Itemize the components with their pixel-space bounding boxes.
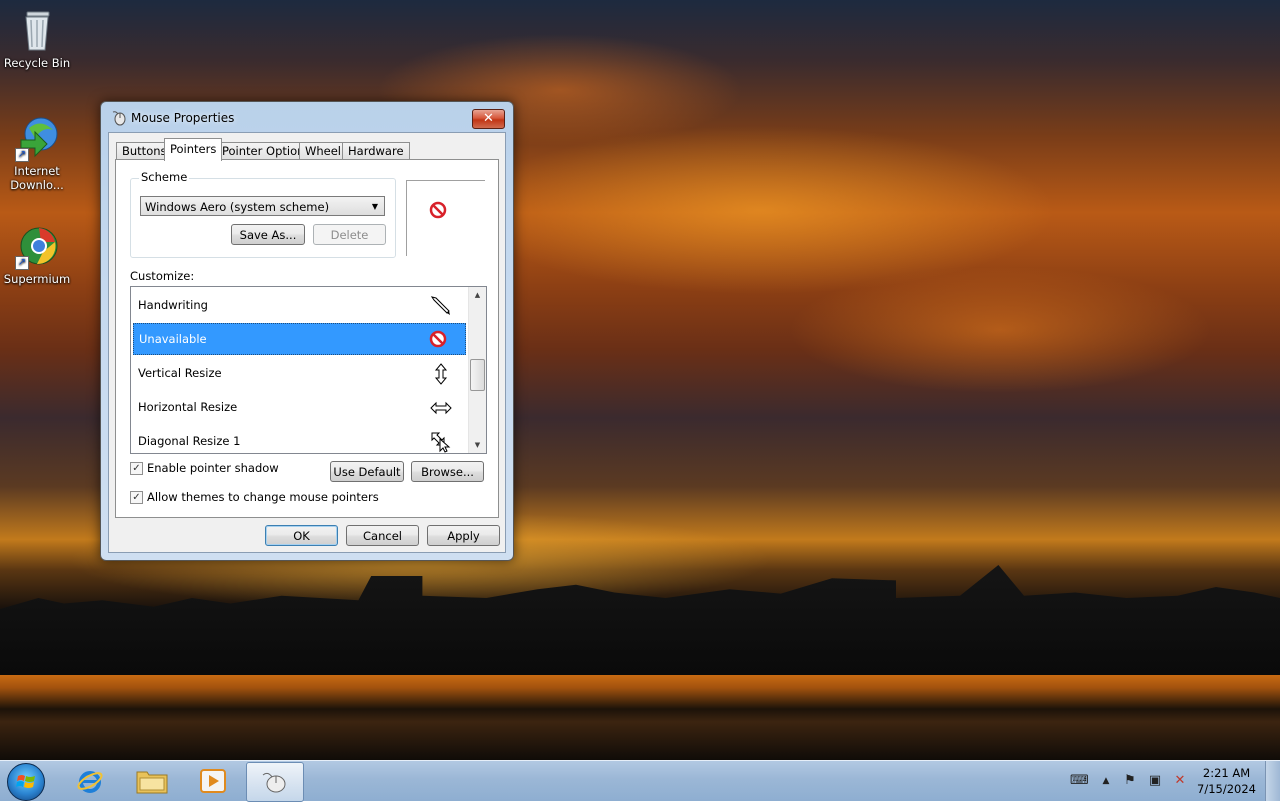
scroll-thumb[interactable] (470, 359, 485, 391)
list-item[interactable]: Handwriting (133, 289, 466, 321)
volume-muted-icon[interactable]: ✕ (1172, 773, 1188, 789)
dialog-title: Mouse Properties (131, 111, 235, 125)
list-item[interactable]: Diagonal Resize 1 (133, 425, 466, 453)
checkmark-icon: ✓ (130, 491, 143, 504)
mouse-properties-dialog: Mouse Properties ✕ Buttons Pointers Poin… (100, 101, 514, 561)
taskbar-file-explorer[interactable] (124, 762, 180, 800)
scheme-dropdown[interactable]: Windows Aero (system scheme) ▼ (140, 196, 385, 216)
close-icon: ✕ (483, 111, 494, 126)
desktop-icon-label: Supermium (3, 272, 71, 286)
browse-button[interactable]: Browse... (411, 461, 484, 482)
pen-cursor-icon (430, 296, 450, 315)
pointers-tab-panel: Scheme Windows Aero (system scheme) ▼ Sa… (115, 159, 499, 518)
use-default-button[interactable]: Use Default (330, 461, 404, 482)
desktop-icon-supermium[interactable]: ↗ Supermium (0, 222, 74, 286)
pointer-preview (406, 180, 485, 256)
media-player-icon (200, 769, 226, 793)
network-icon[interactable]: ▣ (1147, 773, 1163, 789)
horizontal-resize-cursor-icon (430, 401, 452, 415)
clock-time: 2:21 AM (1202, 766, 1251, 780)
pointer-name: Diagonal Resize 1 (138, 434, 241, 448)
scroll-down-icon[interactable]: ▼ (469, 437, 486, 453)
taskbar-mouse-properties[interactable] (246, 762, 304, 802)
vertical-scrollbar[interactable]: ▲ ▼ (468, 287, 486, 453)
dialog-titlebar[interactable]: Mouse Properties ✕ (101, 102, 513, 132)
internet-download-manager-icon: ↗ (13, 114, 61, 162)
pointer-list[interactable]: Handwriting Unavailable Vertical Resize (130, 286, 487, 454)
taskbar: ⌨ ▲ ⚑ ▣ ✕ 2:21 AM 7/15/2024 (0, 760, 1280, 802)
pointer-name: Handwriting (138, 298, 208, 312)
checkmark-icon: ✓ (130, 462, 143, 475)
dropdown-arrow-icon: ▼ (371, 202, 378, 211)
desktop-icon-recycle-bin[interactable]: Recycle Bin (0, 6, 74, 70)
mouse-icon (111, 110, 127, 126)
tab-wheel[interactable]: Wheel (299, 142, 348, 160)
mouse-icon (262, 772, 286, 793)
vertical-resize-cursor-icon (434, 363, 448, 385)
show-desktop-button[interactable] (1265, 761, 1280, 801)
tab-hardware[interactable]: Hardware (342, 142, 410, 160)
internet-explorer-icon (77, 771, 103, 793)
supermium-icon: ↗ (13, 222, 61, 270)
list-item[interactable]: Horizontal Resize (133, 391, 466, 423)
action-center-flag-icon[interactable]: ⚑ (1122, 773, 1138, 789)
pointer-name: Vertical Resize (138, 366, 222, 380)
delete-button[interactable]: Delete (313, 224, 386, 245)
cancel-button[interactable]: Cancel (346, 525, 419, 546)
desktop-icon-internet-download[interactable]: ↗ Internet Downlo... (0, 114, 74, 192)
city-skyline (0, 565, 1280, 675)
allow-themes-label: Allow themes to change mouse pointers (147, 490, 379, 504)
enable-pointer-shadow-checkbox[interactable]: ✓ Enable pointer shadow (130, 461, 279, 477)
taskbar-media-player[interactable] (186, 762, 242, 800)
windows-logo-icon (16, 775, 35, 788)
dialog-client-area: Buttons Pointers Pointer Options Wheel H… (108, 132, 506, 553)
scheme-label: Scheme (139, 170, 190, 184)
pointer-name: Unavailable (139, 332, 207, 346)
apply-button[interactable]: Apply (427, 525, 500, 546)
folder-icon (136, 771, 168, 794)
scheme-selected-value: Windows Aero (system scheme) (145, 200, 330, 214)
unavailable-preview-icon (429, 201, 447, 219)
keyboard-icon[interactable]: ⌨ (1070, 773, 1089, 789)
tab-pointers[interactable]: Pointers (164, 138, 223, 161)
desktop-icon-label: Internet Downlo... (10, 164, 64, 192)
lake-reflection (0, 675, 1280, 760)
ok-button[interactable]: OK (265, 525, 338, 546)
shortcut-arrow-icon: ↗ (15, 256, 29, 270)
allow-themes-checkbox[interactable]: ✓ Allow themes to change mouse pointers (130, 490, 379, 506)
customize-label: Customize: (130, 269, 195, 283)
system-clock[interactable]: 2:21 AM 7/15/2024 (1197, 765, 1256, 797)
list-item[interactable]: Vertical Resize (133, 357, 466, 389)
show-hidden-icons-icon[interactable]: ▲ (1098, 773, 1114, 789)
diagonal-resize-cursor-icon (431, 432, 451, 453)
shortcut-arrow-icon: ↗ (15, 148, 29, 162)
start-button[interactable] (7, 763, 45, 801)
scheme-groupbox: Scheme Windows Aero (system scheme) ▼ Sa… (130, 170, 396, 258)
clock-date: 7/15/2024 (1197, 782, 1256, 796)
scroll-up-icon[interactable]: ▲ (469, 287, 486, 303)
pointer-name: Horizontal Resize (138, 400, 238, 414)
desktop-icon-label: Recycle Bin (3, 56, 71, 70)
unavailable-cursor-icon (429, 330, 447, 348)
recycle-bin-icon (13, 6, 61, 54)
enable-pointer-shadow-label: Enable pointer shadow (147, 461, 279, 475)
save-as-button[interactable]: Save As... (231, 224, 305, 245)
taskbar-internet-explorer[interactable] (62, 762, 118, 800)
close-button[interactable]: ✕ (472, 109, 505, 129)
list-item-selected[interactable]: Unavailable (133, 323, 466, 355)
